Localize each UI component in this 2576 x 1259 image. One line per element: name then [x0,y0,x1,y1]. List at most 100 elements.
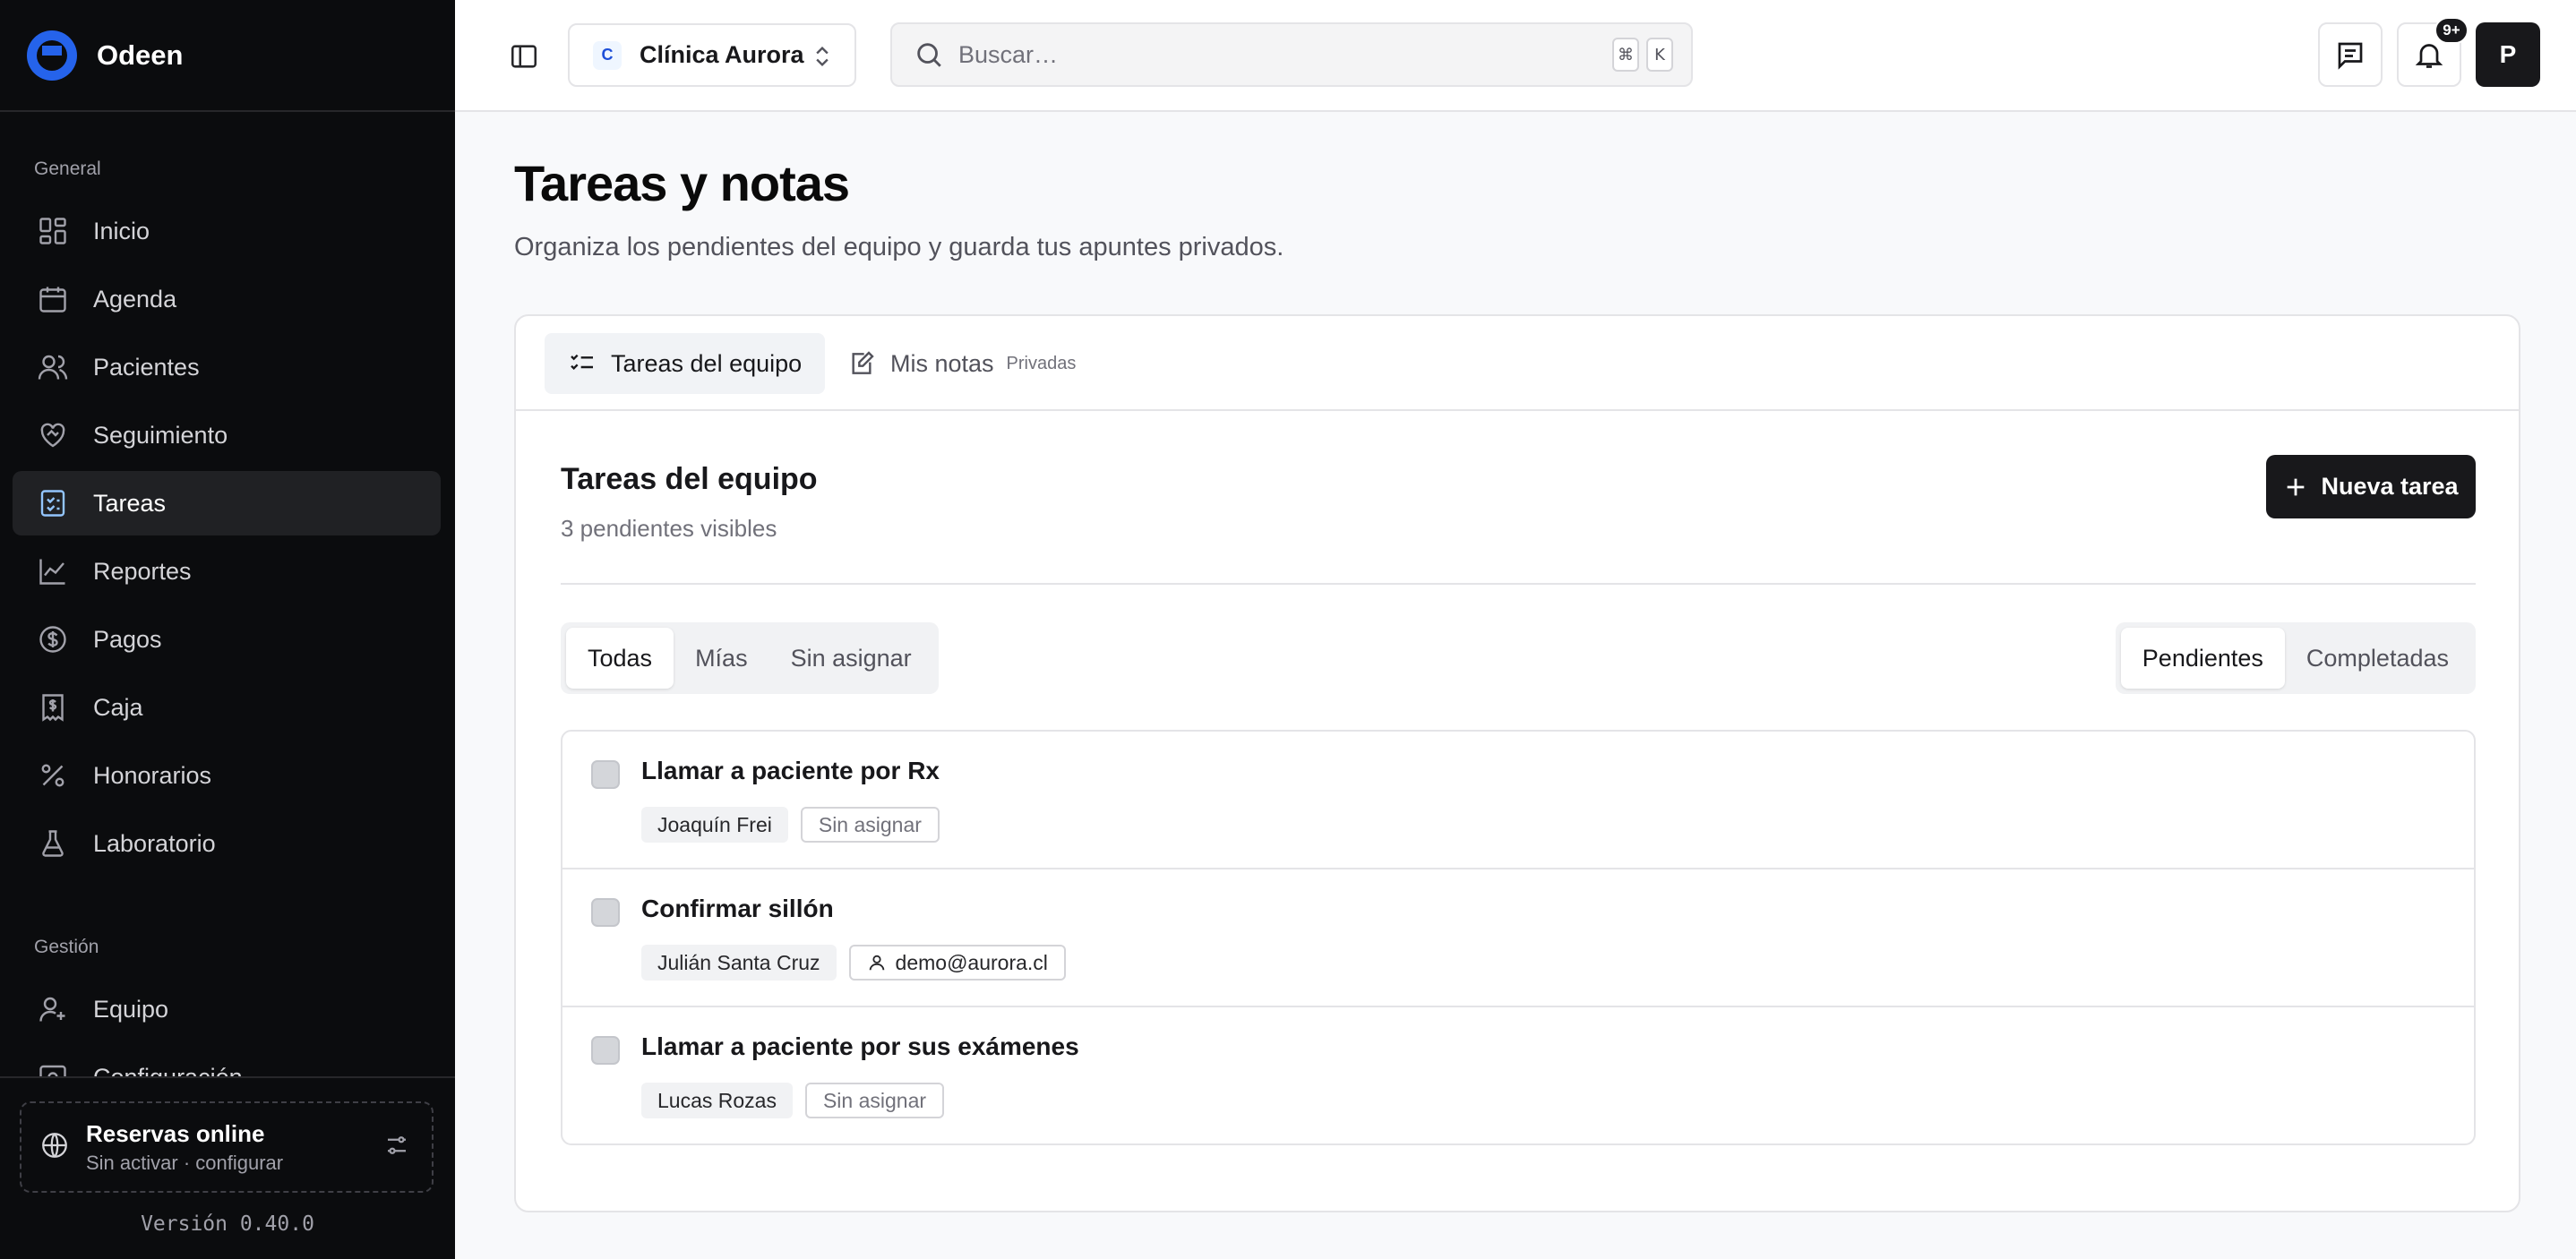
section-divider [561,583,2476,585]
bell-icon [2415,44,2443,68]
task-patient-tag: Joaquín Frei [641,807,788,843]
nav-heading-gestion: Gestión [34,937,99,957]
line-chart-icon [36,554,70,588]
sidebar-item-agenda[interactable]: Agenda [13,267,441,331]
search-bar[interactable]: Buscar… ⌘ K [890,22,1693,87]
chevrons-up-down-icon [810,43,835,74]
sidebar: Odeen General Inicio Agenda Pacientes Se… [0,0,455,1259]
sidebar-item-label: Pagos [93,625,162,653]
search-input[interactable]: Buscar… [958,41,1612,69]
card-tabs: Tareas del equipo Mis notas Privadas [516,316,2519,411]
task-checkbox[interactable] [591,760,620,789]
clinic-badge: C [593,40,622,70]
app-version: Versión 0.40.0 [141,1212,314,1236]
odeen-logo-icon [27,30,77,81]
assignee-filter: Todas Mías Sin asignar [561,622,939,694]
receipt-icon [36,690,70,724]
sidebar-item-label: Tareas [93,489,167,517]
topbar: C Clínica Aurora Buscar… ⌘ K 9+ P [455,0,2576,112]
notifications-button[interactable]: 9+ [2397,17,2469,87]
filter-todas[interactable]: Todas [566,628,674,689]
sidebar-item-laboratorio[interactable]: Laboratorio [13,811,441,876]
task-tags: Julián Santa Cruz demo@aurora.cl [641,945,1078,981]
task-row[interactable]: Llamar a paciente por Rx Joaquín Frei Si… [562,732,2474,869]
task-list: Llamar a paciente por Rx Joaquín Frei Si… [561,730,2476,1145]
sidebar-item-label: Reportes [93,557,192,585]
task-checkbox[interactable] [591,1036,620,1065]
brand-name: Odeen [97,39,184,71]
tab-team-tasks[interactable]: Tareas del equipo [545,333,826,394]
message-square-icon [2338,42,2363,70]
filter-pendientes[interactable]: Pendientes [2120,628,2285,689]
status-filter: Pendientes Completadas [2115,622,2476,694]
task-row[interactable]: Confirmar sillón Julián Santa Cruz demo@… [562,869,2474,1007]
online-booking-title: Reservas online [86,1119,265,1147]
sidebar-item-pagos[interactable]: Pagos [13,607,441,672]
flask-icon [36,826,70,861]
task-title: Llamar a paciente por Rx [641,757,940,784]
sidebar-item-label: Equipo [93,995,169,1023]
shortcut-key-k: K [1646,38,1673,72]
user-icon [869,955,884,971]
pending-count: 3 pendientes visibles [561,515,777,542]
task-assignee-email: demo@aurora.cl [895,950,1048,974]
sidebar-item-seguimiento[interactable]: Seguimiento [13,403,441,467]
sidebar-item-equipo[interactable]: Equipo [13,977,441,1041]
task-checkbox[interactable] [591,898,620,927]
task-row[interactable]: Llamar a paciente por sus exámenes Lucas… [562,1007,2474,1143]
online-booking-card[interactable]: Reservas online Sin activar · configurar [20,1101,434,1193]
task-assignee-tag: Sin asignar [800,807,940,843]
task-assignee-tag: demo@aurora.cl [848,945,1066,981]
panel-left-icon [511,45,537,68]
list-checks-icon [571,354,593,371]
heart-handshake-icon [36,418,70,452]
section-title: Tareas del equipo [561,462,818,496]
tab-team-tasks-label: Tareas del equipo [611,349,803,377]
sidebar-item-caja[interactable]: Caja [13,675,441,740]
nav-general: General Inicio Agenda Pacientes Seguimie… [0,147,455,879]
tab-my-notes[interactable]: Mis notas Privadas [842,333,1081,394]
sliders-icon[interactable] [383,1132,432,1163]
page-title: Tareas y notas [514,155,850,211]
messages-button[interactable] [2318,22,2383,87]
clinic-selector[interactable]: C Clínica Aurora [568,23,856,87]
task-title: Confirmar sillón [641,895,834,922]
new-task-label: Nueva tarea [2321,473,2459,500]
task-patient-tag: Julián Santa Cruz [641,945,837,981]
tab-my-notes-label: Mis notas [890,349,994,377]
sidebar-item-label: Honorarios [93,761,212,789]
tasks-card: Tareas del equipo Mis notas Privadas Tar… [514,314,2520,1212]
sidebar-item-reportes[interactable]: Reportes [13,539,441,604]
shortcut-key-cmd: ⌘ [1612,38,1639,72]
sidebar-toggle-button[interactable] [503,36,545,77]
user-avatar[interactable]: P [2476,22,2540,87]
plus-icon [2288,478,2305,495]
sidebar-item-label: Caja [93,693,143,721]
sidebar-item-pacientes[interactable]: Pacientes [13,335,441,399]
filter-sin-asignar[interactable]: Sin asignar [769,628,933,689]
sidebar-item-label: Agenda [93,285,177,313]
filter-mias[interactable]: Mías [674,628,769,689]
sidebar-item-label: Pacientes [93,353,200,381]
sidebar-item-honorarios[interactable]: Honorarios [13,743,441,808]
clinic-name: Clínica Aurora [640,41,804,68]
filter-completadas[interactable]: Completadas [2285,628,2470,689]
brand[interactable]: Odeen [0,0,455,112]
calendar-icon [36,282,70,316]
clipboard-check-icon [36,486,70,520]
sidebar-item-tareas[interactable]: Tareas [13,471,441,535]
online-booking-status: Sin activar · configurar [86,1151,284,1174]
new-task-button[interactable]: Nueva tarea [2266,455,2476,518]
task-title: Llamar a paciente por sus exámenes [641,1032,1079,1060]
sidebar-footer: Reservas online Sin activar · configurar… [0,1076,455,1259]
sidebar-item-label: Inicio [93,217,150,244]
page-subtitle: Organiza los pendientes del equipo y gua… [514,233,1284,261]
task-tags: Lucas Rozas Sin asignar [641,1083,957,1118]
task-assignee-tag: Sin asignar [804,1083,945,1118]
nav-heading-general: General [34,158,101,179]
users-icon [36,350,70,384]
user-plus-icon [36,992,70,1026]
sidebar-item-label: Laboratorio [93,829,216,857]
sidebar-item-inicio[interactable]: Inicio [13,199,441,263]
online-booking-text: Reservas online Sin activar · configurar [86,1120,383,1175]
